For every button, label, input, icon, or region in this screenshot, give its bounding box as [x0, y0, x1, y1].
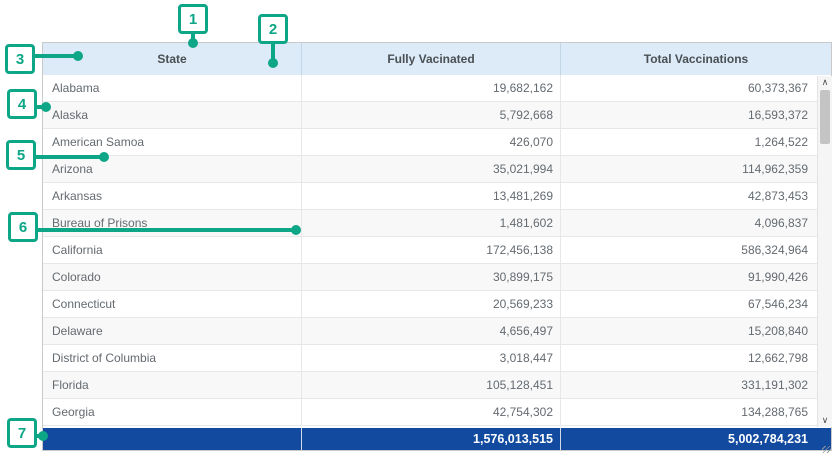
callout-label: 5 [17, 147, 25, 164]
scrollbar-thumb[interactable] [820, 90, 830, 144]
state-cell: Delaware [43, 318, 302, 344]
fully-vacinated-cell: 42,754,302 [302, 399, 561, 425]
state-cell: Florida [43, 372, 302, 398]
total-vaccinations-cell: 42,873,453 [561, 183, 831, 209]
callout-label: 2 [269, 21, 277, 38]
table-row[interactable]: Florida105,128,451331,191,302 [43, 372, 831, 399]
table-row[interactable]: California172,456,138586,324,964 [43, 237, 831, 264]
callout-label: 4 [18, 96, 26, 113]
fully-vacinated-cell: 172,456,138 [302, 237, 561, 263]
total-row-label [43, 428, 302, 450]
total-vaccinations-cell: 12,662,798 [561, 345, 831, 371]
column-header-fully-vacinated[interactable]: Fully Vacinated [302, 43, 561, 75]
callout-label: 1 [189, 11, 197, 28]
callout-label: 7 [18, 425, 26, 442]
total-vaccinations-cell: 91,990,426 [561, 264, 831, 290]
total-vaccinations-cell: 4,096,837 [561, 210, 831, 236]
resize-grip[interactable] [822, 446, 831, 453]
callout-5: 5 [6, 140, 36, 170]
state-cell: California [43, 237, 302, 263]
callout-connector-dot [188, 38, 198, 48]
fully-vacinated-cell: 35,021,994 [302, 156, 561, 182]
state-cell: District of Columbia [43, 345, 302, 371]
state-cell: Georgia [43, 399, 302, 425]
fully-vacinated-cell: 30,899,175 [302, 264, 561, 290]
table-row[interactable]: Arkansas13,481,26942,873,453 [43, 183, 831, 210]
state-cell: Bureau of Prisons [43, 210, 302, 236]
column-header-total-vaccinations[interactable]: Total Vaccinations [561, 43, 831, 75]
callout-connector-dot [99, 152, 109, 162]
fully-vacinated-cell: 3,018,447 [302, 345, 561, 371]
vertical-scrollbar[interactable]: ∧ ∨ [817, 76, 832, 427]
state-cell: Alabama [43, 75, 302, 101]
table-row[interactable]: Arizona35,021,994114,962,359 [43, 156, 831, 183]
callout-label: 3 [16, 51, 24, 68]
callout-connector-line [38, 228, 296, 232]
vaccinations-table: State Fully Vacinated Total Vaccinations… [42, 42, 832, 451]
callout-label: 6 [19, 219, 27, 236]
callout-1: 1 [178, 4, 208, 34]
table-row[interactable]: Colorado30,899,17591,990,426 [43, 264, 831, 291]
total-vaccinations-cell: 60,373,367 [561, 75, 831, 101]
fully-vacinated-cell: 19,682,162 [302, 75, 561, 101]
fully-vacinated-cell: 4,656,497 [302, 318, 561, 344]
total-fully-vacinated: 1,576,013,515 [302, 428, 561, 450]
table-row[interactable]: Bureau of Prisons1,481,6024,096,837 [43, 210, 831, 237]
table-row[interactable]: Connecticut20,569,23367,546,234 [43, 291, 831, 318]
callout-connector-dot [73, 51, 83, 61]
table-total-row: 1,576,013,515 5,002,784,231 [43, 428, 831, 450]
total-total-vaccinations: 5,002,784,231 [561, 428, 831, 450]
table-body: Alabama19,682,16260,373,367Alaska5,792,6… [43, 75, 831, 426]
scroll-down-icon[interactable]: ∨ [818, 414, 832, 427]
total-vaccinations-cell: 331,191,302 [561, 372, 831, 398]
total-vaccinations-cell: 114,962,359 [561, 156, 831, 182]
callout-connector-dot [38, 431, 48, 441]
callout-4: 4 [7, 89, 37, 119]
total-vaccinations-cell: 1,264,522 [561, 129, 831, 155]
callout-connector-dot [41, 102, 51, 112]
total-vaccinations-cell: 67,546,234 [561, 291, 831, 317]
callout-connector-line [36, 155, 104, 159]
fully-vacinated-cell: 20,569,233 [302, 291, 561, 317]
table-row[interactable]: Georgia42,754,302134,288,765 [43, 399, 831, 426]
callout-7: 7 [7, 418, 37, 448]
fully-vacinated-cell: 13,481,269 [302, 183, 561, 209]
total-vaccinations-cell: 15,208,840 [561, 318, 831, 344]
table-header-row: State Fully Vacinated Total Vaccinations [43, 43, 831, 75]
dashboard-canvas: State Fully Vacinated Total Vaccinations… [0, 0, 833, 453]
fully-vacinated-cell: 1,481,602 [302, 210, 561, 236]
callout-connector-dot [291, 225, 301, 235]
state-cell: Arizona [43, 156, 302, 182]
table-row[interactable]: Alaska5,792,66816,593,372 [43, 102, 831, 129]
total-vaccinations-cell: 586,324,964 [561, 237, 831, 263]
callout-2: 2 [258, 14, 288, 44]
table-row[interactable]: Delaware4,656,49715,208,840 [43, 318, 831, 345]
state-cell: Alaska [43, 102, 302, 128]
total-vaccinations-cell: 134,288,765 [561, 399, 831, 425]
state-cell: American Samoa [43, 129, 302, 155]
callout-3: 3 [5, 44, 35, 74]
callout-6: 6 [8, 212, 38, 242]
state-cell: Colorado [43, 264, 302, 290]
state-cell: Arkansas [43, 183, 302, 209]
fully-vacinated-cell: 105,128,451 [302, 372, 561, 398]
fully-vacinated-cell: 426,070 [302, 129, 561, 155]
total-vaccinations-cell: 16,593,372 [561, 102, 831, 128]
state-cell: Connecticut [43, 291, 302, 317]
scroll-up-icon[interactable]: ∧ [818, 76, 832, 89]
fully-vacinated-cell: 5,792,668 [302, 102, 561, 128]
table-row[interactable]: American Samoa426,0701,264,522 [43, 129, 831, 156]
table-row[interactable]: District of Columbia3,018,44712,662,798 [43, 345, 831, 372]
callout-connector-line [35, 54, 78, 58]
table-row[interactable]: Alabama19,682,16260,373,367 [43, 75, 831, 102]
callout-connector-dot [268, 58, 278, 68]
